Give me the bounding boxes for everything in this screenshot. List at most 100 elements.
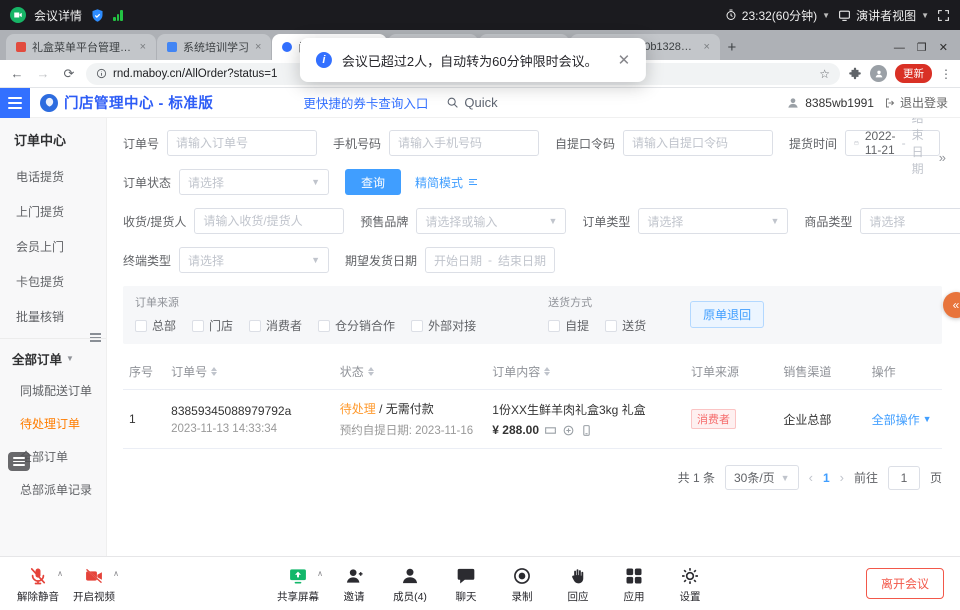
- coupon-icon[interactable]: [544, 424, 557, 437]
- sort-icon[interactable]: [368, 367, 374, 376]
- browser-menu-icon[interactable]: ⋮: [940, 67, 952, 81]
- window-close-button[interactable]: ✕: [939, 41, 948, 54]
- reaction-button[interactable]: 回应: [550, 564, 606, 604]
- col-status[interactable]: 状态: [334, 354, 487, 390]
- back-icon[interactable]: ←: [8, 66, 26, 81]
- chevron-up-icon[interactable]: ∧: [57, 569, 63, 578]
- presale-brand-select[interactable]: 请选择或输入 ▼: [416, 208, 566, 234]
- prev-page-button[interactable]: ‹: [809, 470, 813, 485]
- meeting-app-icon[interactable]: [10, 7, 26, 23]
- sort-icon[interactable]: [211, 367, 217, 376]
- order-status-select[interactable]: 请选择 ▼: [179, 169, 329, 195]
- record-button[interactable]: 录制: [494, 564, 550, 604]
- simple-mode-toggle[interactable]: 精简模式: [415, 174, 479, 191]
- user-icon: [786, 96, 800, 110]
- sidebar-item-hq-dispatch-records[interactable]: 总部派单记录: [0, 473, 106, 506]
- toast-close-icon[interactable]: ✕: [618, 51, 631, 69]
- chevron-up-icon[interactable]: ∧: [317, 569, 323, 578]
- receiver-input[interactable]: [194, 208, 344, 234]
- start-video-button[interactable]: 开启视频 ∧: [66, 564, 122, 604]
- chevron-up-icon[interactable]: ∧: [113, 569, 119, 578]
- phone-icon[interactable]: [580, 424, 593, 437]
- checkbox-self-pickup[interactable]: 自提: [548, 317, 589, 334]
- sidebar-item-phone-pickup[interactable]: 电话提货: [0, 159, 106, 194]
- forward-icon[interactable]: →: [34, 66, 52, 81]
- unmute-button[interactable]: 解除静音 ∧: [10, 564, 66, 604]
- invite-button[interactable]: 邀请: [326, 564, 382, 604]
- sidebar-group-all-orders[interactable]: 全部订单 ▼: [0, 338, 106, 374]
- tab-close-icon[interactable]: ×: [703, 41, 709, 53]
- fullscreen-icon[interactable]: [937, 9, 950, 22]
- sidebar-item-door-pickup[interactable]: 上门提货: [0, 194, 106, 229]
- share-screen-button[interactable]: 共享屏幕 ∧: [270, 564, 326, 604]
- floating-menu-button[interactable]: [8, 452, 30, 471]
- drag-handle-icon[interactable]: [90, 333, 101, 342]
- sidebar-item-batch-verify[interactable]: 批量核销: [0, 299, 106, 334]
- checkbox-hq[interactable]: 总部: [135, 317, 176, 334]
- window-minimize-button[interactable]: —: [894, 42, 905, 54]
- leave-meeting-button[interactable]: 离开会议: [866, 568, 944, 599]
- sort-icon[interactable]: [544, 367, 550, 376]
- pickup-date-range[interactable]: 2022-11-21 - 结束日期: [845, 130, 940, 156]
- browser-profile-avatar[interactable]: [870, 65, 887, 82]
- order-number[interactable]: 83859345088979792a: [171, 404, 328, 418]
- settings-button[interactable]: 设置: [662, 564, 718, 604]
- terminal-type-select[interactable]: 请选择 ▼: [179, 247, 329, 273]
- tab-close-icon[interactable]: ×: [140, 41, 146, 53]
- site-info-icon[interactable]: [96, 68, 107, 79]
- col-order-no[interactable]: 订单号: [165, 354, 334, 390]
- security-shield-icon[interactable]: [90, 8, 105, 23]
- next-page-button[interactable]: ›: [840, 470, 844, 485]
- menu-hamburger-button[interactable]: [0, 88, 30, 118]
- goods-type-value: 请选择: [869, 213, 905, 230]
- checkbox-warehouse-coop[interactable]: 仓分销合作: [318, 317, 395, 334]
- checkbox-consumer[interactable]: 消费者: [249, 317, 302, 334]
- mic-off-icon: [28, 566, 48, 586]
- current-page[interactable]: 1: [823, 471, 830, 485]
- view-mode-selector[interactable]: 演讲者视图 ▼: [838, 7, 929, 24]
- filter-checkbox-panel: 订单来源 总部 门店 消费者 仓分销合作 外部对接 送货方式: [123, 286, 942, 344]
- user-account[interactable]: 8385wb1991: [786, 96, 874, 110]
- browser-tab[interactable]: 系统培训学习 ×: [157, 34, 271, 60]
- order-no-input[interactable]: [167, 130, 317, 156]
- goods-type-select[interactable]: 请选择 ▼: [860, 208, 960, 234]
- checkbox-external[interactable]: 外部对接: [411, 317, 476, 334]
- meeting-timer[interactable]: 23:32(60分钟) ▼: [725, 7, 830, 24]
- order-type-select[interactable]: 请选择 ▼: [638, 208, 788, 234]
- original-order-return-button[interactable]: 原单退回: [690, 301, 764, 328]
- coupon-query-link[interactable]: 更快捷的券卡查询入口: [303, 93, 428, 112]
- meeting-details-button[interactable]: 会议详情: [34, 7, 82, 24]
- search-button[interactable]: 查询: [345, 169, 401, 195]
- all-actions-dropdown[interactable]: 全部操作 ▼: [872, 411, 932, 428]
- phone-input[interactable]: [389, 130, 539, 156]
- reload-icon[interactable]: ⟳: [60, 66, 78, 82]
- window-maximize-button[interactable]: ❐: [917, 41, 927, 54]
- extensions-puzzle-icon[interactable]: [848, 67, 862, 81]
- sidebar-item-card-pickup[interactable]: 卡包提货: [0, 264, 106, 299]
- new-tab-button[interactable]: +: [721, 36, 743, 58]
- browser-tab[interactable]: 礼盒菜单平台管理中心 ×: [6, 34, 156, 60]
- members-button[interactable]: 成员(4): [382, 564, 438, 604]
- sidebar-item-city-delivery-orders[interactable]: 同城配送订单: [0, 374, 106, 407]
- browser-update-button[interactable]: 更新: [895, 64, 932, 83]
- panel-expand-icon[interactable]: »: [939, 150, 946, 165]
- expected-ship-date-range[interactable]: 开始日期 - 结束日期: [425, 247, 555, 273]
- sidebar-item-pending-orders[interactable]: 待处理订单: [0, 407, 106, 440]
- order-time: 2023-11-13 14:33:34: [171, 423, 328, 435]
- checkbox-delivery[interactable]: 送货: [605, 317, 646, 334]
- bookmark-star-icon[interactable]: ☆: [819, 67, 830, 81]
- sidebar-item-member-visit[interactable]: 会员上门: [0, 229, 106, 264]
- goto-page-input[interactable]: [888, 466, 920, 490]
- apps-button[interactable]: 应用: [606, 564, 662, 604]
- checkbox-store[interactable]: 门店: [192, 317, 233, 334]
- gift-icon[interactable]: [562, 424, 575, 437]
- chat-button[interactable]: 聊天: [438, 564, 494, 604]
- col-content[interactable]: 订单内容: [486, 354, 685, 390]
- tab-close-icon[interactable]: ×: [255, 41, 261, 53]
- logout-label: 退出登录: [900, 94, 948, 111]
- pickup-code-input[interactable]: [623, 130, 773, 156]
- tab-favicon: [282, 42, 292, 52]
- page-size-select[interactable]: 30条/页 ▼: [725, 465, 799, 490]
- quick-search-button[interactable]: Quick: [446, 95, 497, 110]
- logout-button[interactable]: 退出登录: [884, 94, 948, 111]
